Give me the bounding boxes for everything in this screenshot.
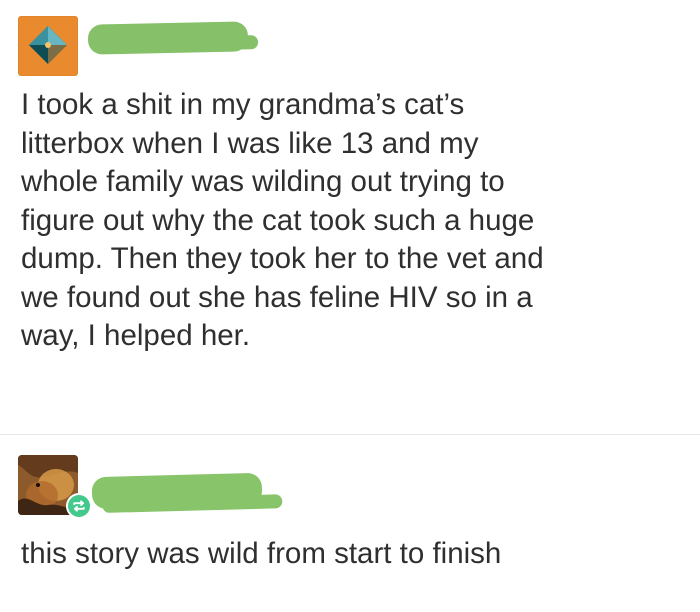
reply-post: this story was wild from start to finish xyxy=(0,435,700,612)
original-post: I took a shit in my grandma’s cat’s litt… xyxy=(0,0,700,434)
redacted-username xyxy=(87,21,249,55)
reply-body: this story was wild from start to finish xyxy=(21,537,502,570)
diamond-logo-icon xyxy=(29,26,67,64)
redacted-username xyxy=(91,472,263,510)
post-body: I took a shit in my grandma’s cat’s litt… xyxy=(21,88,544,352)
avatar[interactable] xyxy=(18,455,90,517)
avatar[interactable] xyxy=(18,16,78,76)
reblog-icon xyxy=(68,495,90,517)
